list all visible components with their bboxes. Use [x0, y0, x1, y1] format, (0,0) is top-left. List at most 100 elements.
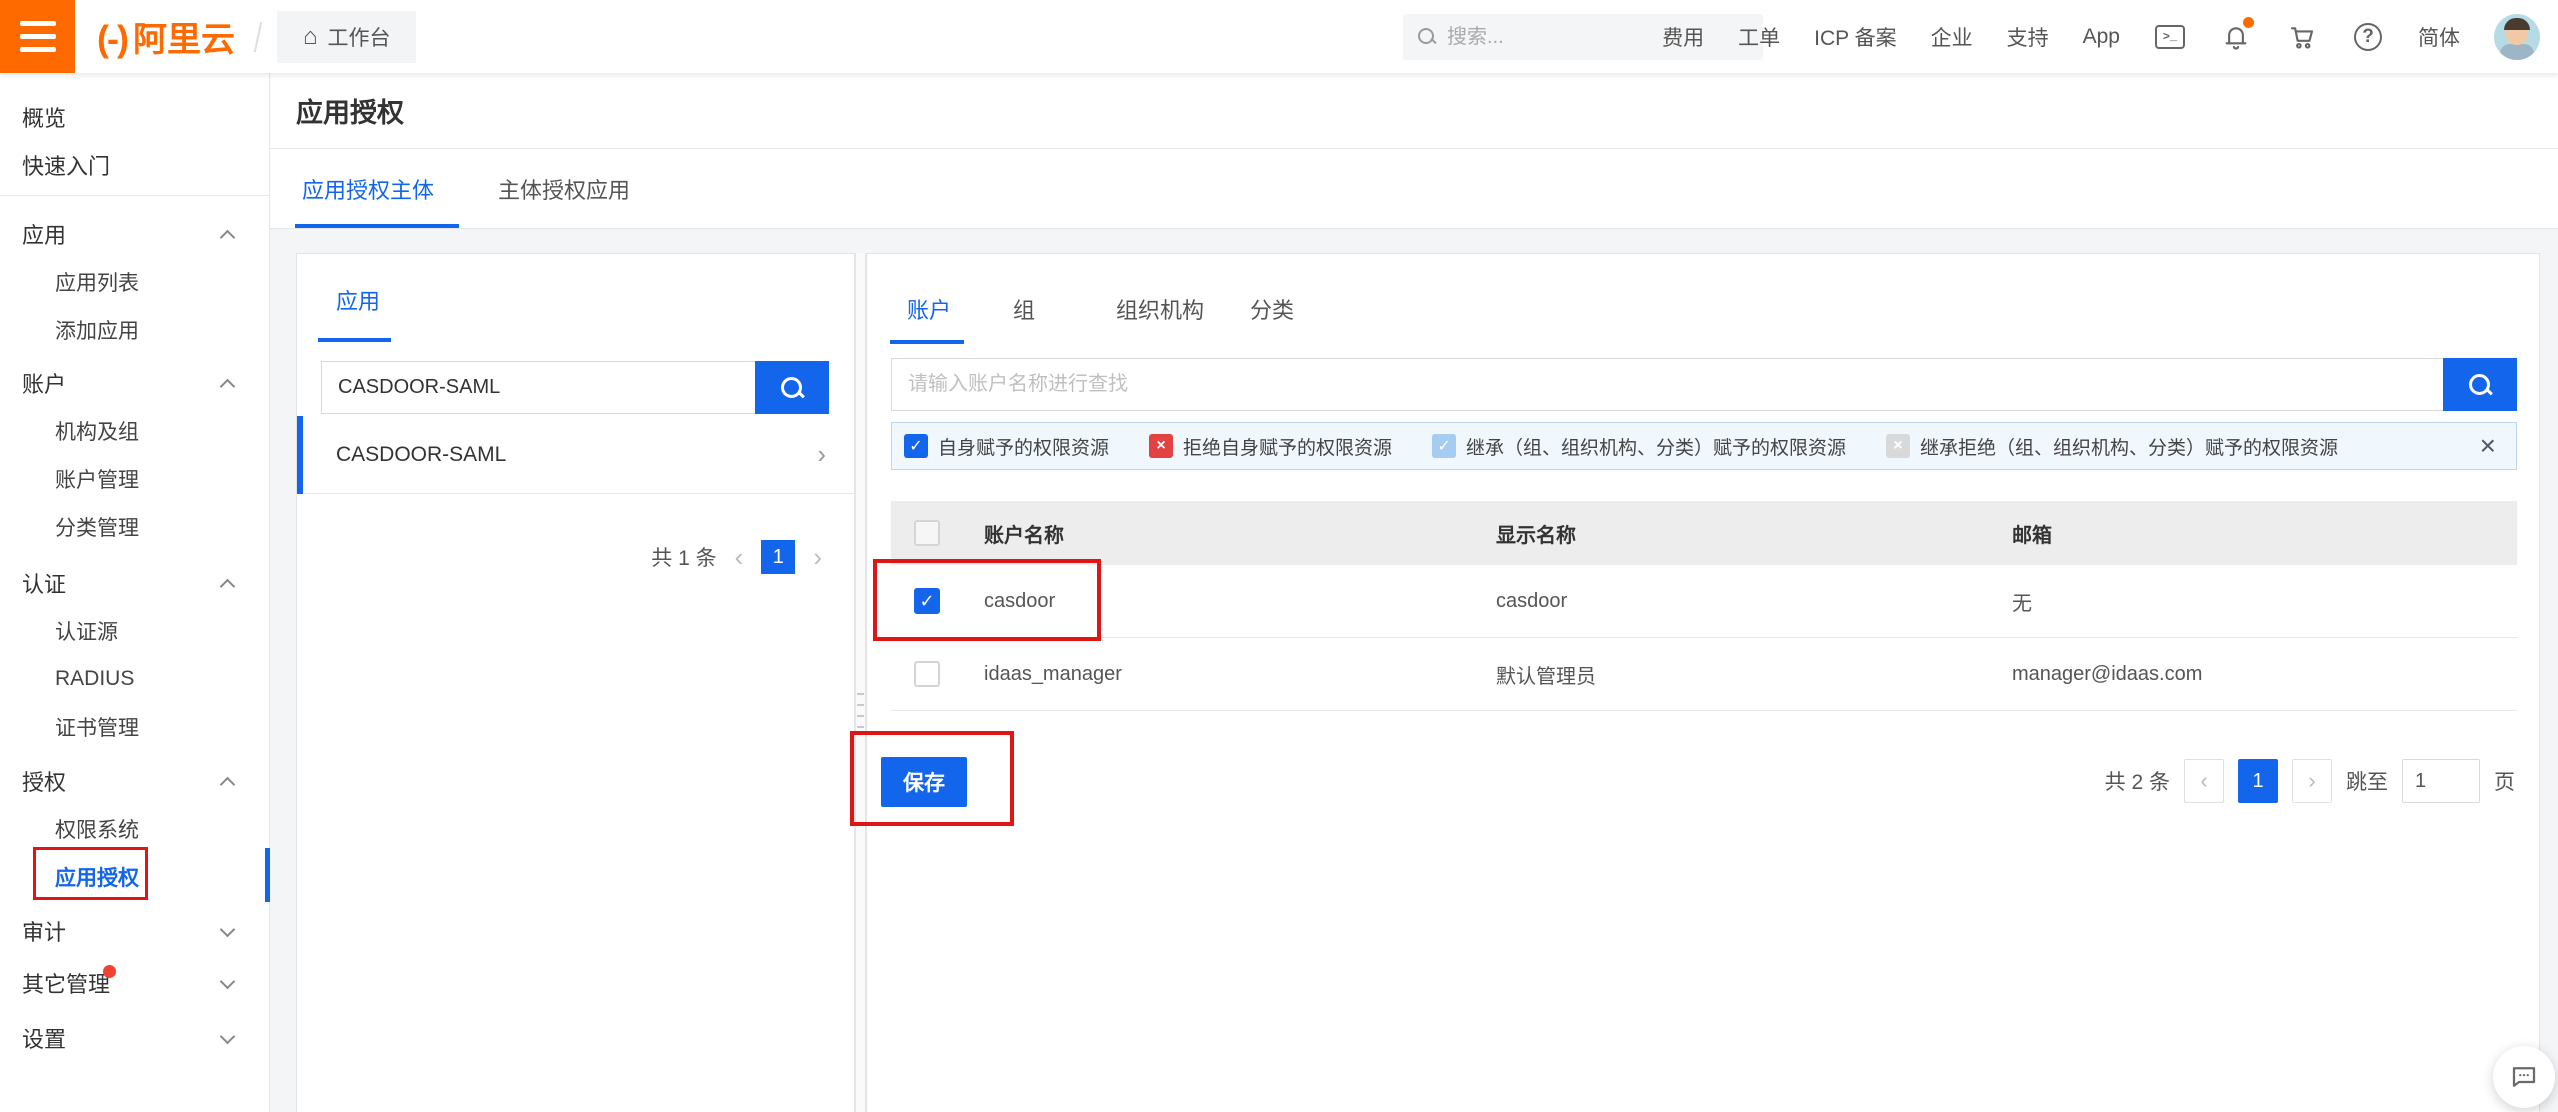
hamburger-menu-icon[interactable] [0, 0, 75, 73]
checked-checkbox-icon: ✓ [1432, 434, 1456, 458]
legend-self-granted: ✓ 自身赋予的权限资源 [904, 433, 1109, 460]
prev-page-button[interactable]: ‹ [2184, 759, 2224, 803]
sidebar-item-radius[interactable]: RADIUS [0, 655, 269, 703]
nav-item-tickets[interactable]: 工单 [1738, 22, 1780, 52]
prev-page-button[interactable]: ‹ [735, 540, 744, 574]
chevron-down-icon [220, 922, 236, 938]
jump-label: 跳至 [2346, 766, 2388, 796]
next-page-button[interactable]: › [2292, 759, 2332, 803]
active-tab-underline [295, 224, 459, 228]
page-unit-label: 页 [2494, 766, 2515, 796]
legend-self-denied: × 拒绝自身赋予的权限资源 [1149, 433, 1392, 460]
search-icon [2467, 372, 2493, 398]
nav-item-enterprise[interactable]: 企业 [1931, 22, 1973, 52]
logo-text: 阿里云 [133, 12, 235, 61]
display-name: 默认管理员 [1496, 638, 1596, 710]
idaas-console: (-) 阿里云 ⌂ 工作台 费用 工单 ICP 备案 企业 支持 App >_ [0, 0, 2558, 1112]
sidebar-item-org-groups[interactable]: 机构及组 [0, 407, 269, 455]
user-avatar[interactable] [2494, 14, 2540, 60]
account-search-button[interactable] [2443, 358, 2517, 411]
search-icon [1417, 27, 1437, 47]
table-row[interactable]: ✓ casdoor casdoor 无 [891, 565, 2517, 638]
col-account-name: 账户名称 [984, 501, 1064, 565]
page-title: 应用授权 [296, 91, 404, 130]
sidebar-item-quickstart[interactable]: 快速入门 [0, 141, 269, 189]
sidebar-section-other-mgmt[interactable]: 其它管理 [0, 959, 269, 1007]
row-checkbox[interactable] [914, 661, 940, 687]
tab-categories[interactable]: 分类 [1250, 284, 1294, 334]
current-page-button[interactable]: 1 [2238, 759, 2278, 803]
tab-app-authorized-subjects[interactable]: 应用授权主体 [302, 149, 434, 229]
close-icon[interactable]: × [2480, 434, 2496, 458]
tab-subject-authorized-apps[interactable]: 主体授权应用 [498, 149, 630, 229]
total-count: 共 2 条 [2105, 766, 2170, 796]
sidebar-item-auth-sources[interactable]: 认证源 [0, 607, 269, 655]
sidebar-item-add-app[interactable]: 添加应用 [0, 306, 269, 354]
home-icon: ⌂ [303, 23, 318, 51]
nav-item-support[interactable]: 支持 [2007, 22, 2049, 52]
tab-application[interactable]: 应用 [336, 284, 380, 316]
chevron-up-icon [220, 579, 236, 595]
sidebar-section-applications[interactable]: 应用 [0, 210, 269, 258]
row-checkbox[interactable]: ✓ [914, 588, 940, 614]
application-search [321, 361, 829, 414]
accounts-tab-underline [890, 340, 964, 344]
help-icon[interactable]: ? [2352, 21, 2384, 53]
next-page-button[interactable]: › [813, 540, 822, 574]
nav-item-app[interactable]: App [2083, 25, 2120, 49]
nav-item-icp[interactable]: ICP 备案 [1814, 22, 1896, 52]
account-search-input[interactable] [891, 358, 2443, 411]
application-search-button[interactable] [755, 361, 829, 414]
sidebar-section-accounts[interactable]: 账户 [0, 359, 269, 407]
sidebar: 概览 快速入门 应用 应用列表 添加应用 账户 机构及组 账户管理 分类管理 认… [0, 73, 270, 1112]
application-name: CASDOOR-SAML [336, 443, 506, 467]
save-button[interactable]: 保存 [881, 757, 967, 807]
tab-organizations[interactable]: 组织机构 [1116, 284, 1204, 334]
sidebar-item-permission-system[interactable]: 权限系统 [0, 805, 269, 853]
sidebar-section-authorization[interactable]: 授权 [0, 757, 269, 805]
language-switch[interactable]: 简体 [2418, 22, 2460, 52]
accounts-pagination: 共 2 条 ‹ 1 › 跳至 页 [2105, 759, 2515, 803]
sidebar-item-account-mgmt[interactable]: 账户管理 [0, 455, 269, 503]
nav-item-billing[interactable]: 费用 [1662, 22, 1704, 52]
application-panel: 应用 CASDOOR-SAML › 共 1 条 ‹ 1 › [296, 253, 855, 1112]
select-all-checkbox[interactable] [914, 520, 940, 546]
subjects-panel: 账户 组 组织机构 分类 ✓ 自身赋予的权限资源 × 拒绝自身赋予的权限资源 [866, 253, 2540, 1112]
sidebar-item-cert-mgmt[interactable]: 证书管理 [0, 703, 269, 751]
account-search [891, 358, 2517, 411]
sidebar-section-authentication[interactable]: 认证 [0, 559, 269, 607]
splitter-grip-icon [857, 693, 864, 737]
sidebar-item-app-authorization[interactable]: 应用授权 [0, 853, 269, 901]
tab-accounts[interactable]: 账户 [907, 284, 951, 334]
cart-icon[interactable] [2286, 21, 2318, 53]
nav-divider [254, 22, 262, 52]
active-indicator-bar [265, 848, 270, 902]
sidebar-item-category-mgmt[interactable]: 分类管理 [0, 503, 269, 551]
application-list-item[interactable]: CASDOOR-SAML › [297, 416, 854, 494]
jump-page-input[interactable] [2402, 759, 2480, 803]
aliyun-logo[interactable]: (-) 阿里云 [97, 12, 235, 61]
tab-groups[interactable]: 组 [1013, 284, 1035, 334]
application-pagination: 共 1 条 ‹ 1 › [297, 540, 854, 574]
panel-splitter[interactable] [855, 253, 866, 1112]
chevron-down-icon [220, 1029, 236, 1045]
email: 无 [2012, 565, 2032, 637]
sidebar-item-app-list[interactable]: 应用列表 [0, 258, 269, 306]
table-row[interactable]: idaas_manager 默认管理员 manager@idaas.com [891, 638, 2517, 711]
sidebar-item-overview[interactable]: 概览 [0, 93, 269, 141]
email: manager@idaas.com [2012, 638, 2202, 710]
current-page-button[interactable]: 1 [761, 540, 795, 574]
application-search-input[interactable] [321, 361, 755, 414]
bell-icon[interactable] [2220, 21, 2252, 53]
application-tab-underline [318, 338, 391, 342]
navbar-right: 费用 工单 ICP 备案 企业 支持 App >_ ? 简体 [1662, 0, 2540, 73]
table-header-row: 账户名称 显示名称 邮箱 [891, 501, 2517, 565]
chat-support-button[interactable] [2493, 1046, 2555, 1108]
account-name: idaas_manager [984, 638, 1122, 710]
legend-inherited-denied: × 继承拒绝（组、组织机构、分类）赋予的权限资源 [1886, 433, 2338, 460]
sidebar-section-settings[interactable]: 设置 [0, 1014, 269, 1062]
chevron-up-icon [220, 777, 236, 793]
sidebar-section-audit[interactable]: 审计 [0, 907, 269, 955]
workbench-button[interactable]: ⌂ 工作台 [277, 11, 417, 63]
terminal-icon[interactable]: >_ [2154, 21, 2186, 53]
